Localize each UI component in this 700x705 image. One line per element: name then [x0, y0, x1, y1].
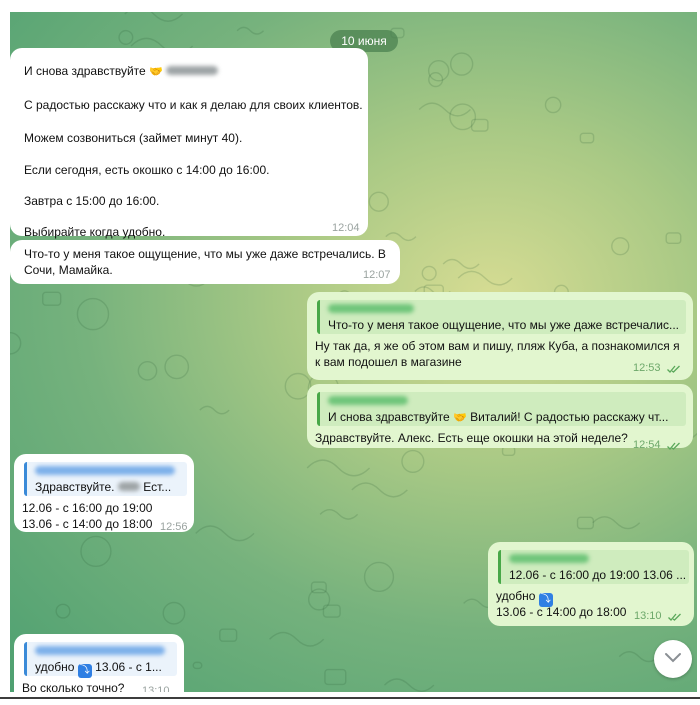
- doodle-shape: [164, 354, 190, 380]
- doodle-shape: [576, 516, 595, 530]
- doodle-shape: [544, 96, 562, 114]
- reply-quote[interactable]: И снова здравствуйте 🤝 Виталий! С радост…: [317, 392, 686, 426]
- double-check-icon: [668, 613, 681, 621]
- message-text-line: 13.06 - с 14:00 до 18:00: [22, 517, 153, 531]
- message-text-line: Ну так да, я же об этом вам и пишу, пляж…: [315, 339, 680, 353]
- message-outgoing[interactable]: И снова здравствуйте 🤝 Виталий! С радост…: [307, 384, 693, 451]
- redacted-name: [509, 554, 589, 563]
- quote-text: Что-то у меня такое ощущение, что мы уже…: [328, 318, 680, 332]
- doodle-shape: [324, 668, 347, 686]
- doodle-shape: [42, 291, 62, 306]
- message-text-line: Если сегодня, есть окошко с 14:00 до 16:…: [24, 163, 270, 177]
- message-time: 12:53: [633, 362, 661, 374]
- message-incoming[interactable]: Что-то у меня такое ощущение, что мы уже…: [10, 240, 400, 284]
- message-text-line: 12.06 - с 16:00 до 19:00: [22, 501, 153, 515]
- doodle-shape: [665, 232, 682, 245]
- doodle-shape: [401, 449, 425, 474]
- doodle-shape: [269, 631, 325, 647]
- message-time: 13:10: [634, 610, 662, 622]
- message-text-line: Что-то у меня такое ощущение, что мы уже…: [24, 247, 386, 261]
- message-text-line: Можем созвониться (займет минут 40).: [24, 131, 243, 145]
- quote-text: удобно ⤵ 13.06 - с 1...: [35, 660, 162, 678]
- frame-bottom-edge: [0, 697, 700, 699]
- message-outgoing[interactable]: 12.06 - с 16:00 до 19:00 13.06 ... удобн…: [488, 542, 694, 626]
- message-outgoing[interactable]: Что-то у меня такое ощущение, что мы уже…: [307, 292, 693, 380]
- doodle-shape: [199, 405, 230, 415]
- doodle-shape: [319, 509, 359, 520]
- double-check-icon: [667, 365, 680, 373]
- doodle-shape: [457, 270, 513, 286]
- doodle-shape: [363, 561, 395, 593]
- doodle-shape: [80, 535, 112, 568]
- message-incoming[interactable]: Здравствуйте. Ест... 12.06 - с 16:00 до …: [14, 454, 194, 533]
- message-time: 13:10: [142, 685, 170, 692]
- doodle-shape: [427, 59, 450, 82]
- message-text-line: Сочи, Мамайка.: [24, 263, 113, 277]
- redacted-name: [35, 466, 175, 475]
- arrow-down-badge-icon: ⤵: [77, 664, 92, 678]
- message-time: 12:54: [633, 439, 661, 451]
- doodle-shape: [236, 26, 265, 35]
- message-text-line: Выбирайте когда удобно.: [24, 225, 166, 239]
- redacted-name: [166, 66, 219, 75]
- quote-text: И снова здравствуйте 🤝 Виталий! С радост…: [328, 410, 669, 424]
- doodle-shape: [55, 603, 71, 619]
- redacted-name: [328, 304, 414, 313]
- message-time: 12:56: [160, 521, 188, 533]
- doodle-shape: [195, 525, 255, 542]
- double-check-icon: [667, 442, 680, 450]
- message-text-line: Здравствуйте. Алекс. Есть еще окошки на …: [315, 431, 628, 445]
- doodle-shape: [618, 651, 660, 663]
- message-text-line: к вам подошел в магазине: [315, 355, 462, 369]
- doodle-shape: [592, 516, 641, 530]
- doodle-shape: [118, 29, 134, 45]
- doodle-shape: [124, 12, 184, 22]
- doodle-shape: [351, 482, 408, 498]
- reply-quote[interactable]: Что-то у меня такое ощущение, что мы уже…: [317, 300, 686, 334]
- chevron-down-icon: [665, 653, 681, 663]
- doodle-shape: [192, 661, 203, 670]
- message-time: 12:07: [363, 269, 391, 281]
- message-text-line: И снова здравствуйте 🤝: [24, 64, 219, 80]
- message-incoming[interactable]: И снова здравствуйте 🤝 С радостью расска…: [10, 48, 368, 239]
- reply-quote[interactable]: удобно ⤵ 13.06 - с 1...: [24, 642, 177, 678]
- message-text-line: Во сколько точно?: [22, 681, 125, 692]
- message-text-line: 13.06 - с 14:00 до 18:00: [496, 605, 627, 619]
- message-time: 12:04: [332, 222, 360, 234]
- doodle-shape: [137, 360, 158, 381]
- reply-quote[interactable]: 12.06 - с 16:00 до 19:00 13.06 ...: [498, 550, 689, 584]
- chat-background: 10 июня И снова здравствуйте 🤝 С радость…: [10, 12, 697, 692]
- doodle-shape: [219, 628, 238, 642]
- quote-text: 12.06 - с 16:00 до 19:00 13.06 ...: [509, 568, 687, 582]
- message-incoming[interactable]: удобно ⤵ 13.06 - с 1... Во сколько точно…: [14, 634, 184, 692]
- doodle-shape: [449, 103, 477, 131]
- doodle-shape: [611, 237, 630, 256]
- doodle-shape: [421, 265, 437, 281]
- doodle-shape: [418, 102, 471, 117]
- redacted-name: [117, 482, 140, 491]
- message-text-line: С радостью расскажу что и как я делаю дл…: [24, 98, 363, 112]
- doodle-shape: [76, 297, 110, 331]
- reply-quote[interactable]: Здравствуйте. Ест...: [24, 462, 187, 496]
- redacted-name: [35, 646, 165, 655]
- doodle-shape: [306, 459, 371, 477]
- doodle-shape: [579, 132, 595, 144]
- doodle-shape: [442, 258, 480, 270]
- scroll-to-bottom-button[interactable]: [654, 640, 692, 678]
- redacted-name: [328, 396, 408, 405]
- handshake-icon: 🤝: [453, 412, 467, 424]
- doodle-shape: [449, 52, 474, 76]
- handshake-icon: 🤝: [149, 66, 163, 78]
- doodle-shape: [162, 601, 186, 625]
- doodle-shape: [10, 331, 22, 355]
- quote-text: Здравствуйте. Ест...: [35, 480, 172, 494]
- message-text-line: Завтра с 15:00 до 16:00.: [24, 194, 160, 208]
- doodle-shape: [383, 678, 435, 692]
- screenshot-frame: 10 июня И снова здравствуйте 🤝 С радость…: [0, 0, 700, 705]
- doodle-shape: [368, 191, 389, 212]
